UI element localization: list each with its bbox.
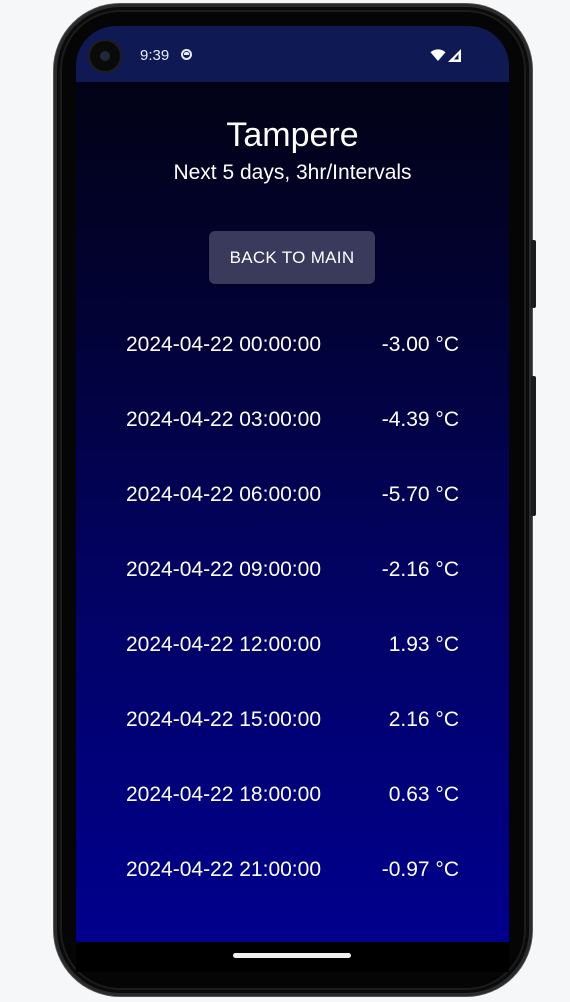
status-time: 9:39 — [140, 47, 170, 64]
status-bar: 9:39 — [76, 26, 509, 82]
forecast-row: 2024-04-22 00:00:00 -3.00 °C — [76, 329, 509, 404]
forecast-row: 2024-04-22 18:00:00 0.63 °C — [76, 779, 509, 854]
forecast-temperature: -5.70 °C — [381, 483, 459, 506]
forecast-temperature: -0.97 °C — [381, 858, 459, 881]
forecast-row: 2024-04-22 15:00:00 2.16 °C — [76, 704, 509, 779]
forecast-datetime: 2024-04-22 06:00:00 — [126, 483, 321, 506]
app-screen: 9:39 Tampere Next 5 days, 3hr/Intervals … — [76, 26, 509, 942]
forecast-datetime: 2024-04-22 15:00:00 — [126, 708, 321, 731]
forecast-temperature: 1.93 °C — [388, 633, 459, 656]
forecast-temperature: 0.63 °C — [388, 783, 459, 806]
forecast-datetime: 2024-04-22 03:00:00 — [126, 408, 321, 431]
home-gesture-handle[interactable] — [233, 953, 351, 958]
forecast-row: 2024-04-22 21:00:00 -0.97 °C — [76, 854, 509, 929]
cell-signal-icon — [448, 49, 461, 62]
power-button — [531, 240, 536, 308]
wifi-icon — [430, 49, 446, 61]
city-title: Tampere — [226, 116, 359, 154]
forecast-temperature: -3.00 °C — [381, 333, 459, 356]
forecast-datetime: 2024-04-22 12:00:00 — [126, 633, 321, 656]
forecast-temperature: -2.16 °C — [381, 558, 459, 581]
navigation-bar — [76, 942, 509, 972]
front-camera-icon — [90, 41, 120, 71]
forecast-datetime: 2024-04-22 00:00:00 — [126, 333, 321, 356]
forecast-temperature: -4.39 °C — [381, 408, 459, 431]
forecast-temperature: 2.16 °C — [388, 708, 459, 731]
forecast-list: 2024-04-22 00:00:00 -3.00 °C 2024-04-22 … — [76, 329, 509, 929]
forecast-row: 2024-04-22 09:00:00 -2.16 °C — [76, 554, 509, 629]
notification-app-icon — [181, 49, 192, 60]
forecast-datetime: 2024-04-22 18:00:00 — [126, 783, 321, 806]
canvas: 9:39 Tampere Next 5 days, 3hr/Intervals … — [0, 0, 570, 1002]
forecast-row: 2024-04-22 03:00:00 -4.39 °C — [76, 404, 509, 479]
forecast-subtitle: Next 5 days, 3hr/Intervals — [173, 161, 412, 184]
forecast-datetime: 2024-04-22 09:00:00 — [126, 558, 321, 581]
volume-button — [531, 376, 536, 516]
forecast-datetime: 2024-04-22 21:00:00 — [126, 858, 321, 881]
forecast-row: 2024-04-22 12:00:00 1.93 °C — [76, 629, 509, 704]
forecast-row: 2024-04-22 06:00:00 -5.70 °C — [76, 479, 509, 554]
back-to-main-button[interactable]: BACK TO MAIN — [209, 231, 375, 284]
